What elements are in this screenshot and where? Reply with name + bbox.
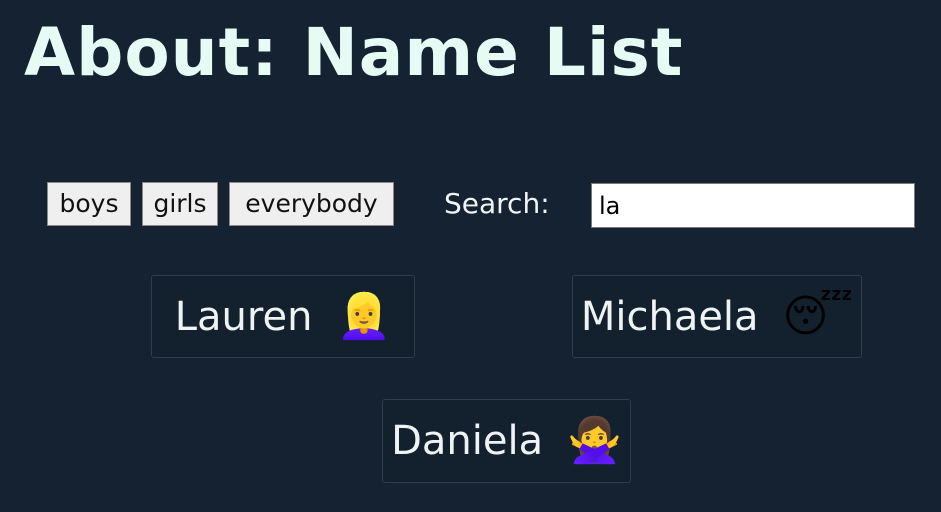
name-card-lauren[interactable]: Lauren 👱‍♀️ — [151, 275, 415, 358]
name-card-label: Daniela — [391, 418, 544, 464]
name-card-daniela[interactable]: Daniela 🙅‍♀️ — [382, 399, 631, 483]
name-card-label: Lauren — [174, 293, 313, 340]
everybody-filter-button[interactable]: everybody — [229, 182, 394, 226]
name-card-label: Michaela — [580, 293, 759, 340]
name-card-michaela[interactable]: Michaela 😴 — [572, 275, 862, 358]
page: About: Name List boys girls everybody Se… — [0, 0, 941, 512]
search-label: Search: — [444, 187, 550, 220]
woman-gesturing-no-icon: 🙅‍♀️ — [567, 415, 622, 466]
girls-filter-button[interactable]: girls — [142, 182, 218, 226]
search-input[interactable] — [591, 183, 915, 228]
page-title: About: Name List — [24, 14, 684, 91]
blonde-woman-icon: 👱‍♀️ — [336, 290, 392, 342]
sleeping-face-icon: 😴 — [782, 290, 854, 342]
boys-filter-button[interactable]: boys — [47, 182, 131, 226]
